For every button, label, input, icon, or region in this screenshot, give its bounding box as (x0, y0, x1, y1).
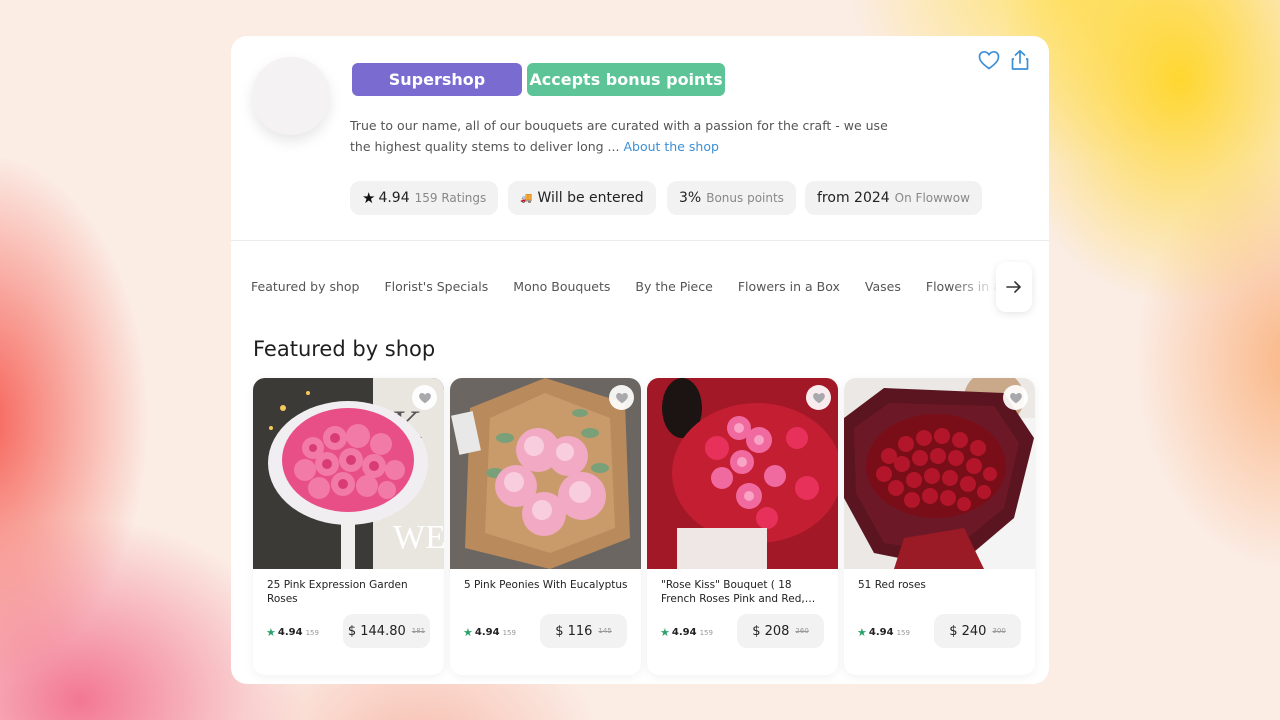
product-old-price: 145 (598, 627, 612, 635)
star-icon: ★ (266, 626, 276, 639)
rating-chip[interactable]: ★ 4.94 159 Ratings (350, 181, 499, 215)
heart-icon (418, 392, 431, 403)
product-rating: ★ 4.94 159 (463, 626, 516, 639)
product-rating: ★ 4.94 159 (857, 626, 910, 639)
product-price-button[interactable]: $ 144.80 181 (343, 614, 430, 648)
tab-florists-specials[interactable]: Florist's Specials (384, 275, 488, 298)
star-icon: ★ (660, 626, 670, 639)
product-rating-value: 4.94 (868, 627, 894, 638)
since-chip[interactable]: from 2024 On Flowwow (805, 181, 982, 215)
since-value: from 2024 (817, 190, 890, 206)
share-icon[interactable] (1008, 48, 1032, 72)
heart-icon (812, 392, 825, 403)
product-favorite-button[interactable] (1003, 385, 1028, 410)
product-rating-value: 4.94 (671, 627, 697, 638)
since-label: On Flowwow (894, 191, 970, 205)
divider (231, 240, 1049, 241)
product-favorite-button[interactable] (609, 385, 634, 410)
product-card[interactable]: K WER 25 Pink Expression Gard (253, 378, 444, 675)
product-price: $ 116 (555, 623, 593, 639)
product-price: $ 208 (752, 623, 790, 639)
bonus-chip[interactable]: 3% Bonus points (667, 181, 796, 215)
product-card[interactable]: 51 Red roses ★ 4.94 159 $ 240 300 (844, 378, 1035, 675)
product-card[interactable]: 5 Pink Peonies With Eucalyptus ★ 4.94 15… (450, 378, 641, 675)
product-rating-count: 159 (305, 628, 319, 637)
product-old-price: 300 (992, 627, 1006, 635)
bonus-label: Bonus points (706, 191, 784, 205)
shop-card: Supershop Accepts bonus points True to o… (231, 36, 1049, 684)
tab-vases[interactable]: Vases (865, 275, 901, 298)
tabs-fade (951, 268, 999, 304)
product-rating-count: 159 (699, 628, 713, 637)
product-rating-count: 159 (896, 628, 910, 637)
product-name: 5 Pink Peonies With Eucalyptus (464, 579, 628, 591)
product-price-button[interactable]: $ 208 260 (737, 614, 824, 648)
product-card[interactable]: "Rose Kiss" Bouquet ( 18 French Roses Pi… (647, 378, 838, 675)
bonus-points-badge: Accepts bonus points (527, 63, 725, 96)
delivery-text: Will be entered (537, 190, 644, 206)
product-price-button[interactable]: $ 240 300 (934, 614, 1021, 648)
rating-count: 159 Ratings (414, 191, 487, 205)
product-old-price: 260 (795, 627, 809, 635)
star-icon: ★ (463, 626, 473, 639)
about-shop-link[interactable]: About the shop (623, 139, 718, 154)
tab-by-the-piece[interactable]: By the Piece (635, 275, 712, 298)
svg-text:WER: WER (393, 519, 444, 556)
product-favorite-button[interactable] (806, 385, 831, 410)
heart-icon[interactable] (977, 48, 1001, 72)
tab-featured[interactable]: Featured by shop (251, 275, 359, 298)
product-price: $ 144.80 (347, 623, 406, 639)
tab-mono-bouquets[interactable]: Mono Bouquets (513, 275, 610, 298)
tab-flowers-in-a-box[interactable]: Flowers in a Box (738, 275, 840, 298)
heart-icon (615, 392, 628, 403)
arrow-right-icon (1006, 281, 1021, 293)
shop-avatar (252, 57, 330, 135)
heart-icon (1009, 392, 1022, 403)
product-rating-count: 159 (502, 628, 516, 637)
product-rating: ★ 4.94 159 (660, 626, 713, 639)
product-rating-value: 4.94 (277, 627, 303, 638)
product-name: 25 Pink Expression Garden Roses (267, 579, 408, 605)
category-tabs: Featured by shop Florist's Specials Mono… (251, 268, 1016, 304)
product-name: "Rose Kiss" Bouquet ( 18 French Roses Pi… (661, 579, 805, 605)
product-old-price: 181 (411, 627, 426, 635)
section-title: Featured by shop (253, 337, 436, 361)
product-name: 51 Red roses (858, 579, 926, 591)
product-price-button[interactable]: $ 116 145 (540, 614, 627, 648)
star-icon: ★ (857, 626, 867, 639)
product-rating: ★ 4.94 159 (266, 626, 319, 639)
supershop-badge: Supershop (352, 63, 522, 96)
bonus-value: 3% (679, 190, 702, 206)
tabs-next-button[interactable] (996, 262, 1032, 312)
product-rating-value: 4.94 (474, 627, 500, 638)
shop-description-text: True to our name, all of our bouquets ar… (350, 118, 888, 154)
truck-icon: 🚚 (520, 192, 533, 204)
star-icon: ★ (362, 189, 376, 207)
shop-description: True to our name, all of our bouquets ar… (350, 115, 910, 157)
rating-value: 4.94 (378, 190, 410, 206)
product-favorite-button[interactable] (412, 385, 437, 410)
product-price: $ 240 (949, 623, 987, 639)
delivery-chip[interactable]: 🚚 Will be entered (508, 181, 656, 215)
